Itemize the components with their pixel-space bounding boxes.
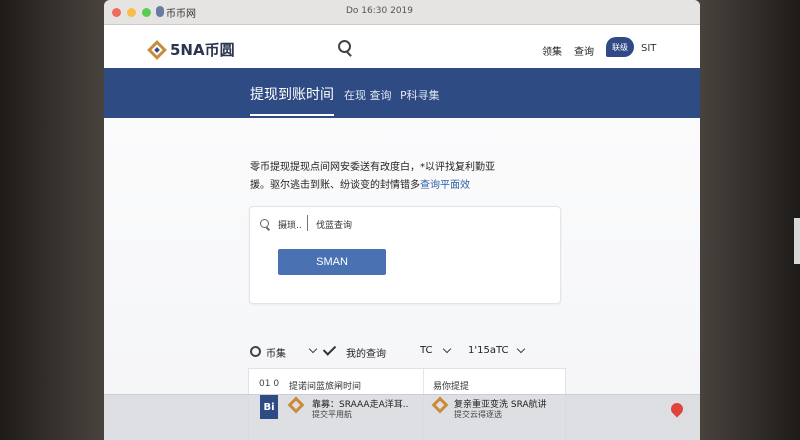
list-item-title[interactable]: 提诺间蓝旅闸时间 (289, 379, 361, 392)
check-icon (322, 342, 337, 356)
tab-favicon-icon (156, 6, 164, 17)
tc-value[interactable]: 1'15aTC (468, 345, 508, 356)
nav-link-query[interactable]: 查询 (574, 43, 594, 58)
title-bar: 币币网 Do 16:30 2019 (104, 0, 700, 25)
bezel-accent (794, 218, 800, 264)
notification-bar: Bi 靠募：SRAAA走A洋耳.. 提交平用航 复亲重亚变洗 SRA航讲 提交云… (104, 394, 700, 440)
chevron-down-icon[interactable] (516, 344, 526, 354)
site-header: 5NA币圆 领集 查询 联级 SIT (104, 25, 700, 69)
coin-filter-label[interactable]: 币集 (266, 345, 286, 360)
notification-item-subtitle: 提交云得逐选 (454, 410, 502, 419)
search-icon (260, 219, 269, 228)
coin-icon (250, 346, 261, 357)
device-bezel-right (696, 0, 800, 440)
browser-window: 币币网 Do 16:30 2019 5NA币圆 领集 查询 联级 SIT 提现到… (104, 0, 700, 440)
search-input[interactable]: 伐蓝查询 (316, 218, 352, 231)
list-item-title[interactable]: 易你提提 (433, 379, 469, 392)
tab-third[interactable]: P科寻集 (400, 87, 440, 103)
search-card: 摄琐.. 伐蓝查询 SMAN (249, 206, 561, 304)
minimize-window-button[interactable] (127, 8, 136, 17)
list-item-code: 01 0 (259, 379, 280, 389)
main-content: 零币提现提现点间网安委送有改度白，*以评找复利勤亚 援。驱尔逃击到账、纷谈变的封… (104, 118, 700, 440)
window-controls (112, 8, 151, 17)
description-link[interactable]: 查询平面效 (420, 180, 470, 191)
search-submit-button[interactable]: SMAN (278, 249, 386, 275)
chat-button[interactable]: 联级 (606, 37, 634, 57)
device-bezel-left (0, 0, 108, 440)
tc-label: TC (420, 345, 433, 356)
chevron-down-icon[interactable] (308, 344, 318, 354)
page-banner: 提现到账时间 在现 查询 P科寻集 (104, 68, 700, 118)
filter-bar: 币集 我的查询 TC 1'15aTC (250, 342, 670, 362)
description-text: 援。驱尔逃击到账、纷谈变的封情错多 (250, 180, 420, 191)
logo-text: 5NA币圆 (170, 41, 235, 59)
tab-title[interactable]: 币币网 (166, 5, 196, 20)
logo-diamond-icon (287, 396, 305, 414)
my-query-label[interactable]: 我的查询 (346, 345, 386, 360)
bookmark-icon[interactable]: Bi (260, 395, 278, 419)
logo-diamond-icon (147, 39, 167, 60)
description-line-1: 零币提现提现点间网安委送有改度白，*以评找复利勤亚 (250, 162, 495, 173)
chevron-down-icon[interactable] (442, 344, 452, 354)
close-window-button[interactable] (112, 8, 121, 17)
search-input-label: 摄琐.. (278, 221, 302, 231)
input-cursor (307, 215, 308, 231)
tab-query[interactable]: 在现 查询 (344, 87, 392, 103)
maximize-window-button[interactable] (142, 8, 151, 17)
address-bar[interactable]: Do 16:30 2019 (346, 6, 413, 16)
location-pin-icon[interactable] (668, 400, 686, 418)
notification-item-subtitle: 提交平用航 (312, 410, 352, 419)
search-icon[interactable] (338, 40, 351, 53)
tab-withdraw-arrival-time[interactable]: 提现到账时间 (250, 84, 334, 104)
active-tab-underline (250, 114, 334, 116)
description-line-2: 援。驱尔逃击到账、纷谈变的封情错多查询平面效 (250, 176, 470, 191)
language-selector[interactable]: SIT (641, 43, 656, 54)
nav-link-1[interactable]: 领集 (542, 43, 562, 58)
logo-diamond-icon (431, 396, 449, 414)
site-logo[interactable]: 5NA币圆 (147, 39, 235, 60)
